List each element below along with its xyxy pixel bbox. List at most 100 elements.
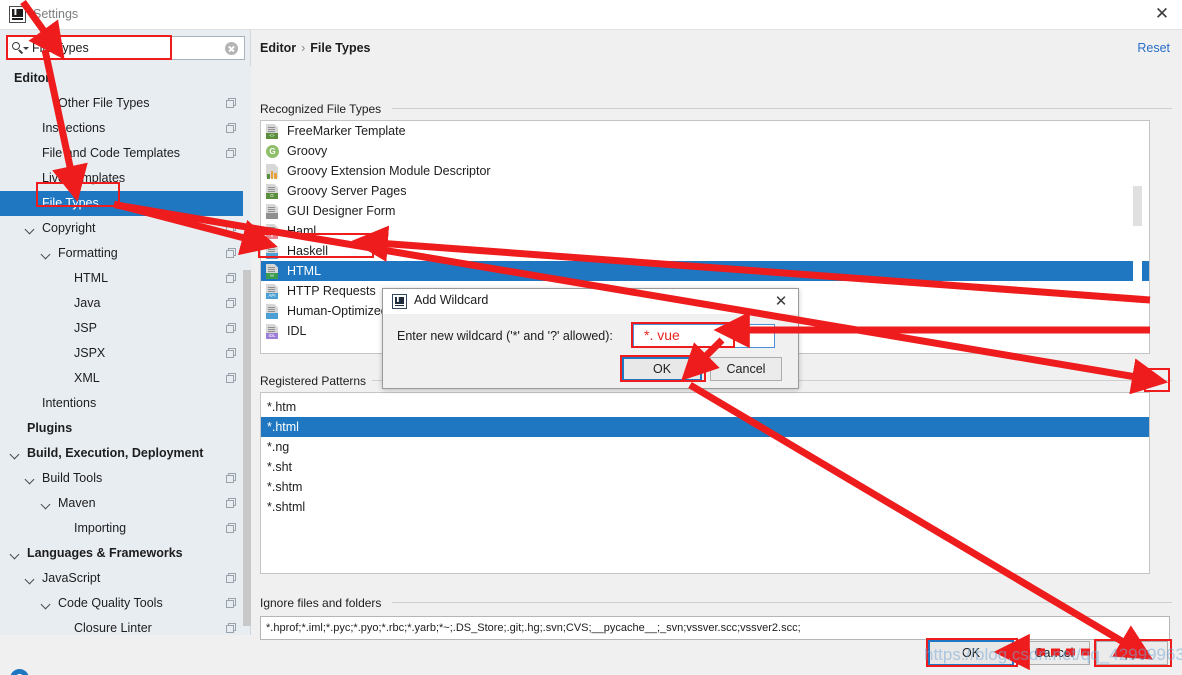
sidebar-item-label: HTML <box>74 271 109 285</box>
file-type-row[interactable]: Groovy Extension Module Descriptor <box>261 161 1149 181</box>
file-type-row[interactable]: h Haml <box>261 221 1149 241</box>
file-types-scrollbar-thumb[interactable] <box>1133 186 1142 226</box>
chevron-down-icon[interactable] <box>41 491 51 516</box>
reset-link[interactable]: Reset <box>1137 41 1170 55</box>
sidebar-item-other-file-types[interactable]: Other File Types <box>0 91 243 116</box>
cancel-button[interactable]: Cancel <box>1018 641 1090 665</box>
pattern-row[interactable]: *.shtml <box>261 497 1149 517</box>
sidebar-item-importing[interactable]: Importing <box>0 516 243 541</box>
wildcard-input[interactable]: *. vue <box>633 324 775 348</box>
sidebar-item-javascript[interactable]: JavaScript <box>0 566 243 591</box>
file-type-label: Groovy <box>287 144 328 158</box>
copy-settings-icon[interactable] <box>226 223 237 234</box>
html-file-icon: H <box>266 264 280 279</box>
copy-settings-icon[interactable] <box>226 348 237 359</box>
pattern-row[interactable]: *.html <box>261 417 1149 437</box>
groovy-icon: G <box>266 144 280 159</box>
sidebar-item-label: JavaScript <box>42 571 101 585</box>
apply-button[interactable]: Apply <box>1096 641 1168 665</box>
sidebar-item-intentions[interactable]: Intentions <box>0 391 243 416</box>
copy-settings-icon[interactable] <box>226 248 237 259</box>
sidebar-item-plugins[interactable]: Plugins <box>0 416 243 441</box>
copy-settings-icon[interactable] <box>226 623 237 634</box>
file-type-row[interactable]: G Groovy <box>261 141 1149 161</box>
copy-settings-icon[interactable] <box>226 598 237 609</box>
sidebar-item-label: File Types <box>42 196 99 210</box>
copy-settings-icon[interactable] <box>226 98 237 109</box>
chevron-down-icon[interactable] <box>25 466 35 491</box>
help-button[interactable]: ? <box>10 669 29 675</box>
sidebar-item-label: Languages & Frameworks <box>27 546 183 560</box>
pattern-row[interactable]: *.shtm <box>261 477 1149 497</box>
copy-settings-icon[interactable] <box>226 523 237 534</box>
file-type-row[interactable]: <> FreeMarker Template <box>261 121 1149 141</box>
idl-file-icon: IDL <box>266 324 280 339</box>
chevron-down-icon[interactable] <box>41 241 51 266</box>
sidebar-item-maven[interactable]: Maven <box>0 491 243 516</box>
dialog-titlebar: Add Wildcard ✕ <box>383 289 798 314</box>
sidebar-item-file-types[interactable]: File Types <box>0 191 243 216</box>
sidebar-item-file-and-code-templates[interactable]: File and Code Templates <box>0 141 243 166</box>
copy-settings-icon[interactable] <box>226 373 237 384</box>
sidebar-item-label: XML <box>74 371 100 385</box>
sidebar-item-closure-linter[interactable]: Closure Linter <box>0 616 243 641</box>
sidebar-item-build-tools[interactable]: Build Tools <box>0 466 243 491</box>
group-divider <box>392 602 1172 603</box>
pattern-row[interactable]: *.sht <box>261 457 1149 477</box>
sidebar-item-copyright[interactable]: Copyright <box>0 216 243 241</box>
sidebar-item-label: Copyright <box>42 221 96 235</box>
sidebar-item-editor[interactable]: Editor <box>0 66 243 91</box>
file-type-label: Haml <box>287 224 317 238</box>
sidebar-scrollbar-thumb[interactable] <box>243 270 251 626</box>
copy-settings-icon[interactable] <box>226 573 237 584</box>
registered-patterns-list[interactable]: *.htm *.html *.ng *.sht *.shtm *.shtml <box>260 392 1150 574</box>
copy-settings-icon[interactable] <box>226 123 237 134</box>
file-type-row[interactable]: H HTML <box>261 261 1149 281</box>
sidebar-item-languages-frameworks[interactable]: Languages & Frameworks <box>0 541 243 566</box>
chevron-down-icon[interactable] <box>23 47 29 50</box>
chevron-down-icon[interactable] <box>10 441 20 466</box>
sidebar-item-inspections[interactable]: Inspections <box>0 116 243 141</box>
file-types-scrollbar-track[interactable] <box>1133 121 1142 353</box>
file-type-row[interactable]: GUI Designer Form <box>261 201 1149 221</box>
ignore-files-input[interactable]: *.hprof;*.iml;*.pyc;*.pyo;*.rbc;*.yarb;*… <box>260 616 1170 640</box>
sidebar-item-build-execution-deployment[interactable]: Build, Execution, Deployment <box>0 441 243 466</box>
copy-settings-icon[interactable] <box>226 498 237 509</box>
chevron-down-icon[interactable] <box>25 566 35 591</box>
file-type-row[interactable]: Haskell <box>261 241 1149 261</box>
pattern-row[interactable]: *.ng <box>261 437 1149 457</box>
sidebar-item-jspx[interactable]: JSPX <box>0 341 243 366</box>
sidebar-item-label: Inspections <box>42 121 106 135</box>
close-icon[interactable]: ✕ <box>1152 6 1172 24</box>
chevron-down-icon[interactable] <box>41 591 51 616</box>
group-divider <box>392 108 1172 109</box>
copy-settings-icon[interactable] <box>226 148 237 159</box>
chevron-down-icon[interactable] <box>25 216 35 241</box>
file-type-row[interactable]: G Groovy Server Pages <box>261 181 1149 201</box>
sidebar-item-xml[interactable]: XML <box>0 366 243 391</box>
chevron-down-icon[interactable] <box>10 541 20 566</box>
sidebar-item-code-quality-tools[interactable]: Code Quality Tools <box>0 591 243 616</box>
clear-icon[interactable] <box>225 42 238 55</box>
dialog-ok-button[interactable]: OK <box>622 357 702 381</box>
copy-settings-icon[interactable] <box>226 298 237 309</box>
ok-button[interactable]: OK <box>928 640 1014 666</box>
dialog-cancel-button[interactable]: Cancel <box>710 357 782 381</box>
sidebar-item-live-templates[interactable]: Live Templates <box>0 166 243 191</box>
pattern-row[interactable]: *.htm <box>261 397 1149 417</box>
breadcrumb-root[interactable]: Editor <box>260 41 296 55</box>
breadcrumb-current: File Types <box>310 41 371 55</box>
sidebar-item-label: Plugins <box>27 421 73 435</box>
sidebar-item-jsp[interactable]: JSP <box>0 316 243 341</box>
copy-settings-icon[interactable] <box>226 473 237 484</box>
sidebar-item-html[interactable]: HTML <box>0 266 243 291</box>
sidebar-item-java[interactable]: Java <box>0 291 243 316</box>
search-input[interactable]: File Types <box>6 36 245 60</box>
copy-settings-icon[interactable] <box>226 273 237 284</box>
gsp-file-icon: G <box>266 184 280 199</box>
sidebar-item-formatting[interactable]: Formatting <box>0 241 243 266</box>
sidebar-item-label: Maven <box>58 496 96 510</box>
close-icon[interactable]: ✕ <box>772 292 790 310</box>
groovy-extension-icon <box>266 164 280 179</box>
copy-settings-icon[interactable] <box>226 323 237 334</box>
